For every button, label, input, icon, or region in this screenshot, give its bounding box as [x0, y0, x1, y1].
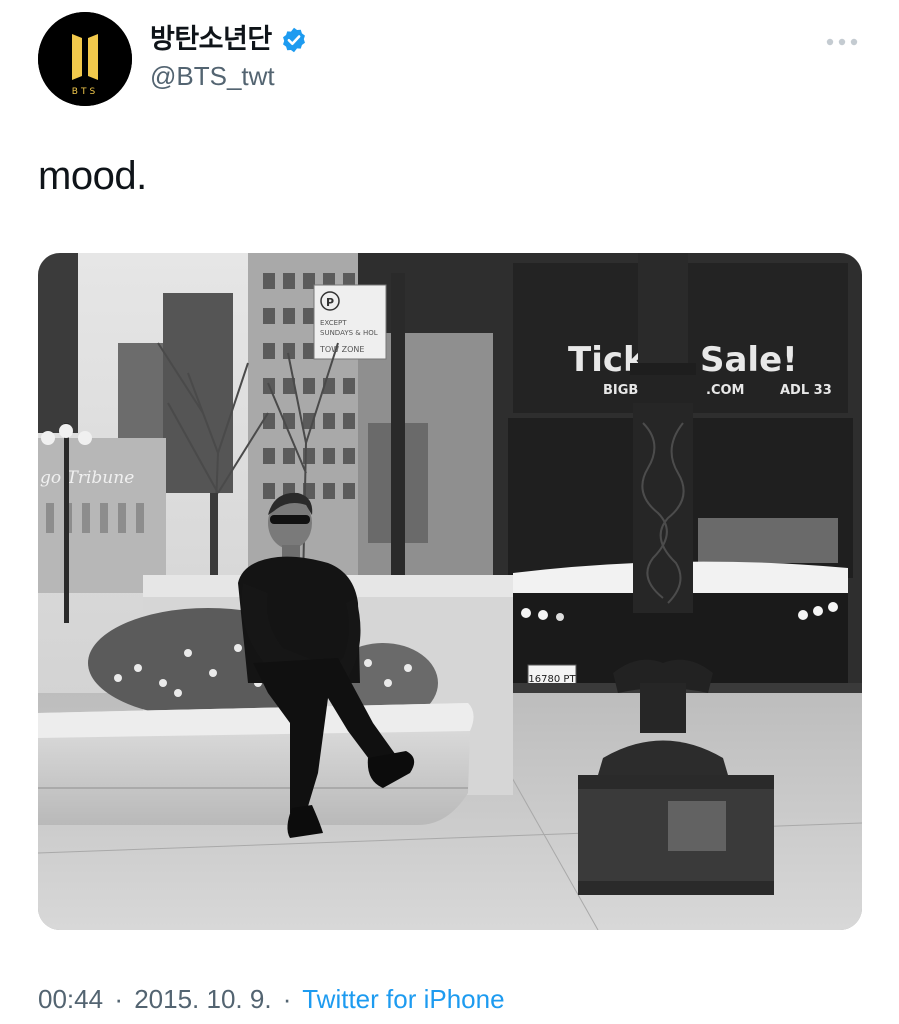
- tweet-time[interactable]: 00:44: [38, 984, 103, 1014]
- tribune-sign: go Tribune: [40, 468, 134, 488]
- meta-separator: ·: [114, 984, 123, 1014]
- bus-route: ADL 33: [780, 383, 832, 398]
- photo-scene: go Tribune Ticket Sale! BIGB .COM ADL 33…: [38, 253, 862, 930]
- more-options-button[interactable]: [820, 30, 864, 54]
- tweet-photo[interactable]: go Tribune Ticket Sale! BIGB .COM ADL 33…: [38, 253, 862, 930]
- bts-logo-icon: BTS: [38, 12, 132, 106]
- building-far-left: [38, 253, 78, 433]
- meta-separator-2: ·: [282, 984, 292, 1014]
- bus-sign-sale: Sale!: [700, 340, 798, 380]
- sign-line-1: EXCEPT: [320, 319, 347, 327]
- tweet-meta: 00:44 · 2015. 10. 9. · Twitter for iPhon…: [38, 982, 505, 1016]
- sign-line-3: TOW ZONE: [319, 345, 364, 354]
- tweet-source-link[interactable]: Twitter for iPhone: [302, 984, 504, 1014]
- tweet-text-suffix: .: [136, 154, 147, 198]
- sign-line-2: SUNDAYS & HOL: [320, 329, 378, 337]
- bus-url-left: BIGB: [603, 383, 638, 398]
- tweet-text-body: mood: [38, 154, 137, 198]
- author-name-row: 방탄소년단: [150, 22, 308, 58]
- svg-text:P: P: [326, 296, 334, 309]
- avatar-logo-text: BTS: [72, 87, 98, 97]
- display-name[interactable]: 방탄소년단: [150, 22, 272, 58]
- tweet-date[interactable]: 2015. 10. 9.: [134, 984, 271, 1014]
- avatar[interactable]: BTS: [38, 12, 132, 106]
- bus-url-right: .COM: [706, 383, 744, 398]
- tweet-text: mood.: [38, 150, 147, 202]
- building-left-2: [163, 293, 233, 493]
- author-handle[interactable]: @BTS_twt: [150, 58, 275, 94]
- more-dots-icon: [826, 38, 858, 46]
- street-lamp-left: [64, 423, 69, 623]
- verified-badge-icon: [282, 27, 305, 53]
